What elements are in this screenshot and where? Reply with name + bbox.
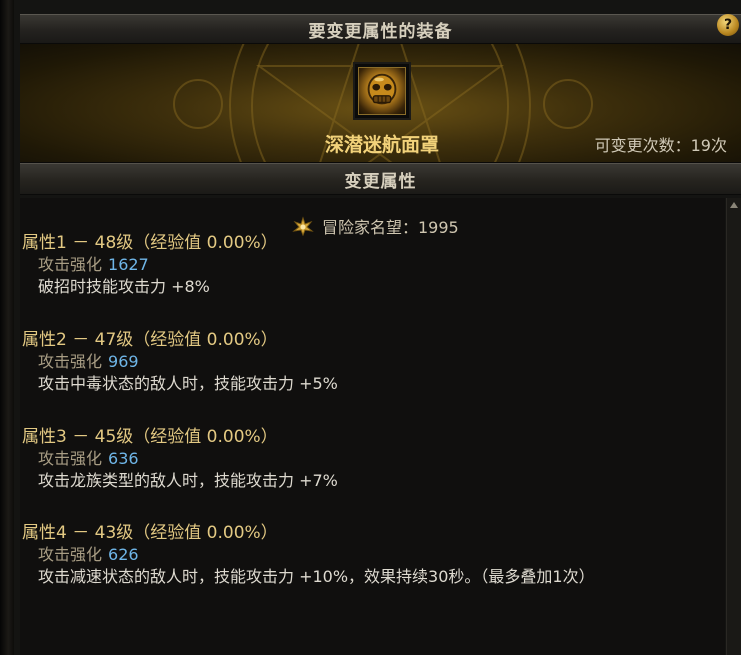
adventurer-reputation-icon: [292, 216, 314, 236]
stat-value: 1627: [108, 255, 149, 274]
header-title: 要变更属性的装备: [308, 21, 453, 42]
header-bar: 要变更属性的装备: [20, 14, 741, 44]
attribute-list: 冒险家名望：1995 属性1 － 48级（经验值 0.00%） 攻击强化 1627…: [20, 198, 725, 655]
change-count-label: 可变更次数：19次: [594, 136, 727, 155]
equipment-name: 深潜迷航面罩: [324, 134, 439, 156]
attribute-stat: 攻击强化 969: [38, 351, 338, 373]
stat-label: 攻击强化: [38, 449, 103, 468]
stat-label: 攻击强化: [38, 352, 103, 371]
scroll-up-arrow-icon[interactable]: [730, 202, 738, 208]
mask-icon: [358, 67, 406, 115]
attribute-title: 属性4 － 43级（经验值 0.00%）: [22, 523, 278, 543]
stat-label: 攻击强化: [38, 545, 103, 564]
attribute-effect: 攻击减速状态的敌人时，技能攻击力 +10%，效果持续30秒。（最多叠加1次）: [38, 567, 595, 586]
attribute-block-1: 属性1 － 48级（经验值 0.00%） 攻击强化 1627 破招时技能攻击力 +…: [22, 232, 278, 298]
stat-label: 攻击强化: [38, 255, 103, 274]
attribute-block-4: 属性4 － 43级（经验值 0.00%） 攻击强化 626 攻击减速状态的敌人时，…: [22, 522, 595, 588]
attribute-title: 属性2 － 47级（经验值 0.00%）: [22, 330, 278, 350]
stat-value: 636: [108, 449, 139, 468]
attribute-block-2: 属性2 － 47级（经验值 0.00%） 攻击强化 969 攻击中毒状态的敌人时，…: [22, 329, 338, 395]
attribute-block-3: 属性3 － 45级（经验值 0.00%） 攻击强化 636 攻击龙族类型的敌人时，…: [22, 426, 338, 492]
attribute-title: 属性1 － 48级（经验值 0.00%）: [22, 233, 278, 253]
reputation-text: 冒险家名望：1995: [322, 218, 459, 237]
attribute-effect: 攻击中毒状态的敌人时，技能攻击力 +5%: [38, 374, 338, 393]
window-frame-left: [0, 0, 14, 655]
attribute-stat: 攻击强化 626: [38, 544, 595, 566]
attribute-change-panel: 要变更属性的装备 ? 深潜迷航面罩 可变更次数：19次 变更属性 冒险家名望：1…: [14, 0, 741, 655]
attribute-effect: 破招时技能攻击力 +8%: [38, 277, 210, 296]
equipment-display-area: 深潜迷航面罩 可变更次数：19次: [20, 44, 741, 163]
attribute-effect: 攻击龙族类型的敌人时，技能攻击力 +7%: [38, 471, 338, 490]
attribute-title: 属性3 － 45级（经验值 0.00%）: [22, 427, 278, 447]
attribute-stat: 攻击强化 1627: [38, 254, 278, 276]
attribute-stat: 攻击强化 636: [38, 448, 338, 470]
section-title: 变更属性: [344, 171, 417, 192]
stat-value: 969: [108, 352, 139, 371]
scrollbar[interactable]: [726, 198, 741, 655]
section-bar: 变更属性: [20, 163, 741, 195]
help-icon[interactable]: ?: [717, 14, 739, 36]
equipment-slot[interactable]: [353, 62, 411, 120]
reputation-row: 冒险家名望：1995: [292, 214, 459, 238]
stat-value: 626: [108, 545, 139, 564]
